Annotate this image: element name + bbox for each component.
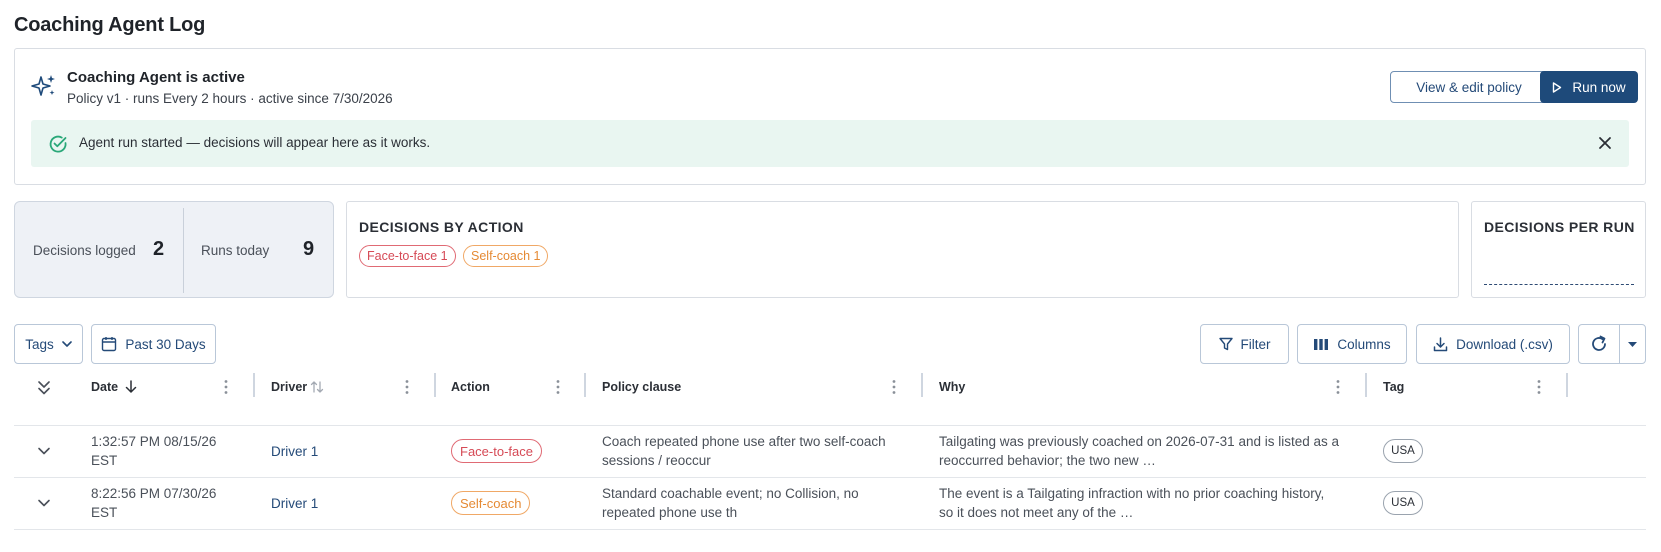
agent-status-card: Coaching Agent is active Policy v1 · run…	[14, 48, 1646, 185]
column-header-date[interactable]: Date	[91, 380, 118, 394]
action-chip-face-to-face: Face-to-face 1	[359, 245, 456, 267]
filter-label: Filter	[1240, 336, 1271, 352]
tags-dropdown[interactable]: Tags	[14, 324, 83, 364]
column-menu-icon[interactable]	[224, 379, 228, 395]
decisions-by-action-card: DECISIONS BY ACTION Face-to-face 1 Self-…	[346, 201, 1459, 298]
row-date: 8:22:56 PM 07/30/26 EST	[91, 484, 216, 522]
runs-today-value: 9	[303, 238, 315, 260]
row-tag-badge: USA	[1383, 491, 1423, 515]
caret-down-icon	[1628, 341, 1637, 347]
row-why-line-1: The event is a Tailgating infraction wit…	[939, 486, 1325, 501]
column-header-driver[interactable]: Driver	[271, 380, 307, 394]
download-csv-button[interactable]: Download (.csv)	[1416, 324, 1570, 364]
row-date-time: 8:22:56 PM 07/30/26	[91, 486, 217, 501]
stats-divider	[183, 208, 184, 293]
column-menu-icon[interactable]	[405, 379, 409, 395]
decisions-logged-value: 2	[153, 238, 165, 260]
page-title: Coaching Agent Log	[14, 14, 206, 36]
filter-icon	[1218, 337, 1233, 351]
column-header-action[interactable]: Action	[451, 380, 490, 394]
table-header-divider	[14, 425, 1646, 426]
sort-unsorted-icon[interactable]	[310, 380, 324, 394]
download-csv-label: Download (.csv)	[1456, 336, 1553, 352]
decisions-per-run-card: DECISIONS PER RUN	[1471, 201, 1646, 298]
decisions-per-run-title: DECISIONS PER RUN	[1484, 219, 1635, 235]
column-menu-icon[interactable]	[556, 379, 560, 395]
view-edit-policy-button[interactable]: View & edit policy	[1390, 71, 1548, 103]
decisions-logged-label: Decisions logged	[33, 243, 136, 258]
close-icon[interactable]	[1597, 135, 1613, 151]
tags-label: Tags	[25, 336, 54, 352]
per-run-baseline	[1484, 284, 1634, 285]
table-row-divider	[14, 477, 1646, 478]
columns-icon	[1314, 338, 1329, 350]
row-driver-link[interactable]: Driver 1	[271, 442, 318, 461]
row-why-line-1: Tailgating was previously coached on 202…	[939, 434, 1339, 449]
stats-card: Decisions logged 2 Runs today 9	[14, 201, 334, 298]
expand-row-icon[interactable]	[37, 444, 51, 458]
date-range-label: Past 30 Days	[125, 336, 206, 352]
sort-descending-icon[interactable]	[125, 380, 137, 394]
sparkle-icon	[31, 75, 55, 96]
download-icon	[1433, 336, 1448, 351]
table-row-divider	[14, 529, 1646, 530]
row-policy-clause: Coach repeated phone use after two self-…	[602, 432, 886, 470]
column-separator[interactable]	[253, 373, 255, 397]
column-separator[interactable]	[434, 373, 436, 397]
runs-today-label: Runs today	[201, 243, 270, 258]
row-why-line-2: so it does not meet any of the …	[939, 505, 1134, 520]
row-why-line-2: reoccurred behavior; the two new …	[939, 453, 1156, 468]
column-header-policy-clause[interactable]: Policy clause	[602, 380, 681, 394]
refresh-options-dropdown[interactable]	[1619, 324, 1646, 364]
row-policy-line-2: repeated phone use th	[602, 505, 738, 520]
banner-message: Agent run started — decisions will appea…	[79, 135, 431, 150]
check-circle-icon	[49, 135, 67, 153]
row-tag-badge: USA	[1383, 439, 1423, 463]
refresh-icon	[1592, 335, 1606, 351]
row-date: 1:32:57 PM 08/15/26 EST	[91, 432, 216, 470]
row-date-time: 1:32:57 PM 08/15/26	[91, 434, 217, 449]
column-separator[interactable]	[1365, 373, 1367, 397]
filter-button[interactable]: Filter	[1200, 324, 1289, 364]
row-action-badge: Self-coach	[451, 491, 531, 515]
chevron-down-icon	[61, 340, 72, 347]
column-separator[interactable]	[921, 373, 923, 397]
run-started-banner: Agent run started — decisions will appea…	[31, 120, 1629, 167]
row-date-timezone: EST	[91, 453, 118, 468]
row-policy-clause: Standard coachable event; no Collision, …	[602, 484, 859, 522]
action-chip-self-coach: Self-coach 1	[463, 245, 549, 267]
row-why: The event is a Tailgating infraction wit…	[939, 484, 1324, 522]
calendar-icon	[102, 337, 117, 352]
row-policy-line-1: Coach repeated phone use after two self-…	[602, 434, 886, 449]
run-now-label: Run now	[1572, 79, 1626, 95]
row-policy-line-2: sessions / reoccur	[602, 453, 711, 468]
column-separator[interactable]	[584, 373, 586, 397]
row-driver-link[interactable]: Driver 1	[271, 494, 318, 513]
column-menu-icon[interactable]	[1537, 379, 1541, 395]
expand-row-icon[interactable]	[37, 496, 51, 510]
play-icon	[1553, 81, 1562, 93]
run-now-button[interactable]: Run now	[1540, 71, 1638, 103]
decisions-by-action-title: DECISIONS BY ACTION	[359, 219, 524, 235]
date-range-picker[interactable]: Past 30 Days	[91, 324, 216, 364]
refresh-button[interactable]	[1578, 324, 1620, 364]
columns-button[interactable]: Columns	[1297, 324, 1407, 364]
column-separator[interactable]	[1566, 373, 1568, 397]
row-date-timezone: EST	[91, 505, 118, 520]
agent-status-title: Coaching Agent is active	[67, 69, 245, 86]
expand-all-icon[interactable]	[37, 380, 51, 396]
columns-label: Columns	[1337, 336, 1391, 352]
column-menu-icon[interactable]	[892, 379, 896, 395]
agent-policy-summary: Policy v1 · runs Every 2 hours · active …	[67, 91, 393, 106]
column-header-why[interactable]: Why	[939, 380, 965, 394]
row-policy-line-1: Standard coachable event; no Collision, …	[602, 486, 859, 501]
column-menu-icon[interactable]	[1336, 379, 1340, 395]
column-header-tag[interactable]: Tag	[1383, 380, 1404, 394]
row-action-badge: Face-to-face	[451, 439, 542, 463]
row-why: Tailgating was previously coached on 202…	[939, 432, 1339, 470]
